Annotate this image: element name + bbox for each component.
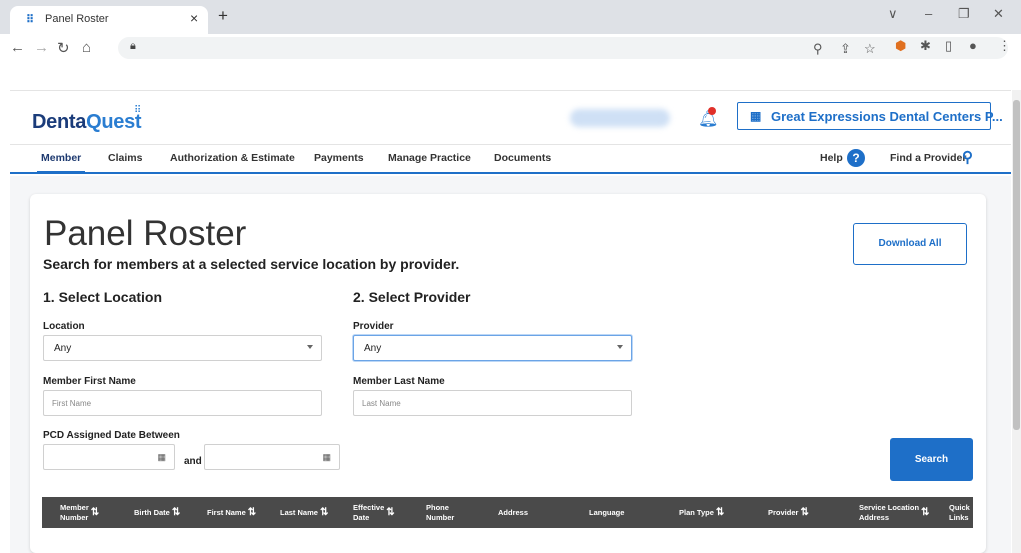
location-select[interactable]: Any [43, 335, 322, 361]
col-first-name[interactable]: First Name ⇅ [207, 497, 256, 528]
bookmark-star-icon[interactable]: ☆ [864, 41, 876, 57]
home-icon[interactable]: ⌂ [82, 39, 91, 56]
search-magnifier-icon[interactable]: ⚲ [962, 148, 973, 166]
tab-search-icon[interactable]: ∨ [888, 6, 898, 22]
logo-mark-icon: ⠿ [134, 105, 142, 116]
extension-icon[interactable]: ⬢ [895, 38, 906, 54]
side-panel-icon[interactable]: ▯ [945, 38, 952, 54]
col-member-number[interactable]: Member Number ⇅ [60, 497, 99, 528]
page-scrollbar[interactable] [1012, 90, 1021, 553]
browser-tab[interactable]: ⠿ Panel Roster × [10, 6, 208, 34]
page-subtitle: Search for members at a selected service… [43, 256, 460, 272]
pcd-start-date-input[interactable]: ▦ [43, 444, 175, 470]
address-bar[interactable]: 🔒︎ ⚲ ⇪ ☆ [118, 37, 1008, 59]
window-close-button[interactable]: ✕ [993, 6, 1004, 22]
calendar-icon[interactable]: ▦ [157, 452, 166, 463]
site-favicon-icon: ⠿ [26, 14, 35, 26]
extensions-puzzle-icon[interactable]: ✱ [920, 38, 931, 54]
calendar-icon[interactable]: ▦ [322, 452, 331, 463]
building-icon: ▦ [750, 109, 762, 123]
nav-claims[interactable]: Claims [108, 152, 142, 164]
zoom-icon[interactable]: ⚲ [813, 41, 823, 57]
nav-manage-practice[interactable]: Manage Practice [388, 152, 471, 164]
sort-icon: ⇅ [800, 506, 809, 518]
site-header: DentaQuest ⠿ 🔔︎ ▦ Great Expressions Dent… [10, 90, 1011, 144]
help-question-icon[interactable]: ? [847, 149, 865, 167]
tab-title: Panel Roster [45, 13, 109, 25]
col-last-name[interactable]: Last Name ⇅ [280, 497, 328, 528]
page-title: Panel Roster [44, 214, 247, 253]
first-name-input[interactable] [43, 390, 322, 416]
sort-icon: ⇅ [921, 506, 930, 518]
col-effective-date[interactable]: Effective Date ⇅ [353, 497, 395, 528]
pcd-date-label: PCD Assigned Date Between [43, 430, 180, 441]
location-label: Location [43, 321, 85, 332]
sort-icon: ⇅ [386, 506, 395, 518]
chevron-down-icon [617, 345, 623, 349]
panel-roster-card: Panel Roster Search for members at a sel… [30, 194, 986, 553]
notification-dot [708, 107, 716, 115]
profile-avatar-icon[interactable]: ● [969, 38, 977, 53]
last-name-label: Member Last Name [353, 376, 445, 387]
share-icon[interactable]: ⇪ [840, 41, 851, 57]
provider-value: Any [364, 343, 382, 354]
new-tab-button[interactable]: + [218, 6, 228, 26]
logo-text-denta: Denta [32, 111, 87, 133]
step-select-provider: 2. Select Provider [353, 289, 471, 305]
dentaquest-logo[interactable]: DentaQuest [32, 111, 142, 134]
col-language: Language [589, 507, 625, 517]
results-table-header: Member Number ⇅ Birth Date ⇅ First Name ⇅ La… [42, 497, 973, 528]
col-address: Address [498, 507, 529, 517]
back-arrow-icon[interactable]: ← [10, 39, 25, 56]
col-birth-date[interactable]: Birth Date ⇅ [134, 497, 180, 528]
col-plan-type[interactable]: Plan Type ⇅ [679, 497, 724, 528]
col-phone-number: Phone Number [426, 502, 455, 522]
pcd-end-date-input[interactable]: ▦ [204, 444, 340, 470]
provider-label: Provider [353, 321, 394, 332]
provider-select[interactable]: Any [353, 335, 632, 361]
main-nav: Member Claims Authorization & Estimate P… [10, 144, 1011, 174]
reload-icon[interactable]: ↻ [57, 39, 70, 57]
organization-selector-button[interactable]: ▦ Great Expressions Dental Centers P... [737, 102, 1003, 130]
and-label: and [184, 456, 202, 467]
step-select-location: 1. Select Location [43, 289, 163, 305]
browser-tabstrip: ⠿ Panel Roster × + ∨ – ❐ ✕ [0, 0, 1021, 34]
location-value: Any [54, 343, 72, 354]
col-quick-links: Quick Links [949, 502, 970, 522]
download-all-button[interactable]: Download All [853, 223, 967, 265]
last-name-input[interactable] [353, 390, 632, 416]
lock-icon: 🔒︎ [130, 40, 136, 52]
chevron-down-icon [307, 345, 313, 349]
sort-icon: ⇅ [171, 506, 181, 518]
col-service-location-address[interactable]: Service Location Address ⇅ [859, 497, 929, 528]
col-provider[interactable]: Provider ⇅ [768, 497, 809, 528]
tab-close-icon[interactable]: × [190, 10, 198, 26]
first-name-label: Member First Name [43, 376, 136, 387]
sort-icon: ⇅ [715, 506, 725, 518]
logo-text-quest: Quest [86, 111, 142, 133]
sort-icon: ⇅ [90, 506, 100, 518]
nav-help[interactable]: Help [820, 152, 843, 164]
scrollbar-thumb[interactable] [1013, 100, 1020, 430]
browser-menu-icon[interactable]: ⋮ [998, 38, 1011, 54]
browser-toolbar: ← → ↻ ⌂ 🔒︎ ⚲ ⇪ ☆ ⬢ ✱ ▯ ● ⋮ [0, 34, 1021, 62]
minimize-button[interactable]: – [925, 6, 932, 21]
search-button[interactable]: Search [890, 438, 973, 481]
forward-arrow-icon[interactable]: → [34, 39, 49, 56]
nav-payments[interactable]: Payments [314, 152, 364, 164]
organization-name: Great Expressions Dental Centers P... [771, 109, 1003, 124]
nav-authorization-estimate[interactable]: Authorization & Estimate [170, 152, 295, 164]
sort-icon: ⇅ [319, 506, 329, 518]
sort-icon: ⇅ [247, 506, 257, 518]
nav-find-provider[interactable]: Find a Provider [890, 152, 966, 164]
nav-member[interactable]: Member [36, 152, 86, 173]
restore-button[interactable]: ❐ [958, 6, 970, 22]
nav-documents[interactable]: Documents [494, 152, 551, 164]
redacted-user-name [570, 109, 670, 127]
